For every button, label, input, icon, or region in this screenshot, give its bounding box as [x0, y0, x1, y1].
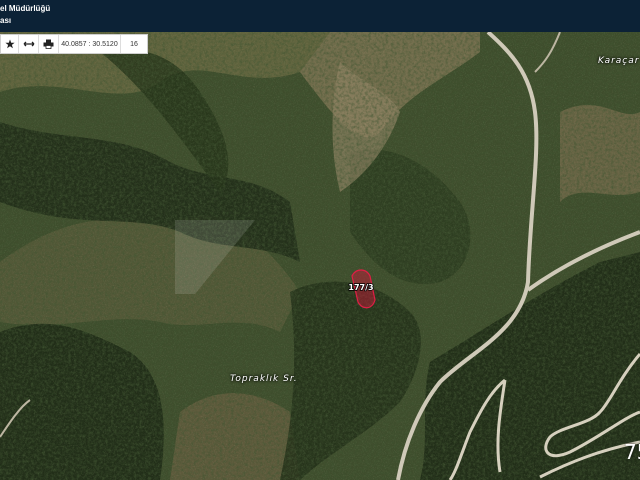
app-header: el Müdürlüğü ası	[0, 0, 640, 32]
satellite-map[interactable]: 177/3	[0, 32, 640, 480]
favorite-button[interactable]	[1, 35, 19, 53]
map-toolbar: 40.0857 : 30.5120 16	[0, 34, 148, 54]
coordinates-readout: 40.0857 : 30.5120	[59, 35, 121, 53]
header-title: el Müdürlüğü	[0, 4, 51, 13]
zoom-level: 16	[130, 40, 138, 48]
measure-icon	[23, 41, 34, 47]
print-icon	[43, 39, 54, 49]
star-icon	[4, 39, 15, 49]
place-label-village: Karaçar	[598, 56, 640, 66]
measure-button[interactable]	[19, 35, 39, 53]
map-number: 75	[624, 440, 640, 464]
print-button[interactable]	[39, 35, 59, 53]
place-label-locality: Topraklık Sr.	[230, 374, 298, 384]
header-subtitle: ası	[0, 16, 12, 25]
parcel-label: 177/3	[348, 283, 373, 292]
